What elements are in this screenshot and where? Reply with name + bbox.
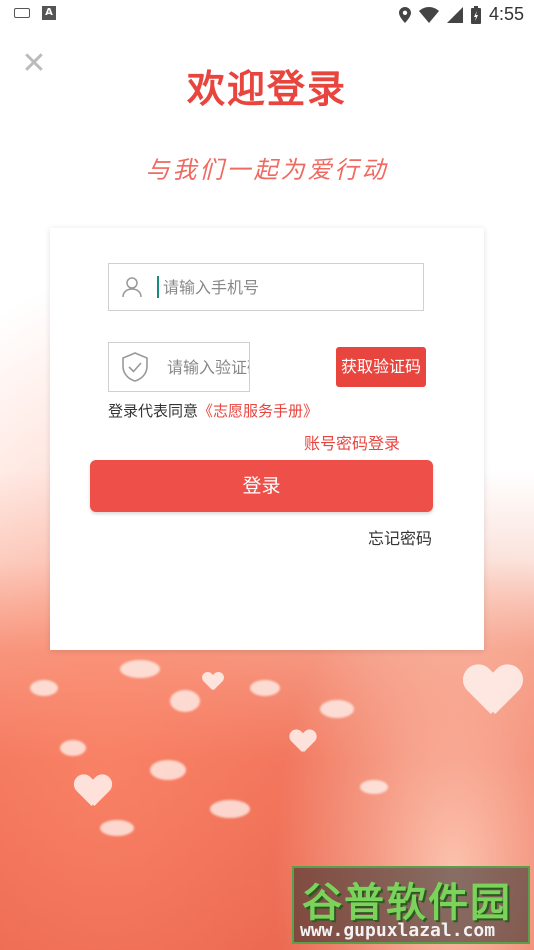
handbook-link[interactable]: 《志愿服务手册》 xyxy=(198,402,318,420)
heart-decoration xyxy=(75,775,111,809)
status-bar: A 4:55 xyxy=(0,0,534,28)
page-title: 欢迎登录 xyxy=(186,67,347,111)
heart-decoration xyxy=(290,730,316,754)
code-field[interactable] xyxy=(108,342,250,392)
heart-decoration xyxy=(203,672,224,691)
agreement-text: 登录代表同意《志愿服务手册》 xyxy=(108,400,318,421)
phone-field[interactable] xyxy=(108,263,424,311)
dandelion-fluff xyxy=(170,690,200,712)
dandelion-fluff xyxy=(100,820,134,836)
location-icon xyxy=(398,6,411,23)
dandelion-fluff xyxy=(210,800,250,818)
dandelion-fluff xyxy=(120,660,160,678)
account-password-login-link[interactable]: 账号密码登录 xyxy=(304,430,400,454)
forgot-password-link[interactable]: 忘记密码 xyxy=(368,525,432,549)
user-icon xyxy=(122,277,142,298)
agreement-prefix: 登录代表同意 xyxy=(108,402,199,420)
watermark-url: www.gupuxlazal.com xyxy=(300,920,496,941)
heart-decoration xyxy=(464,666,521,719)
app-notification-icon: A xyxy=(42,6,56,20)
login-button[interactable]: 登录 xyxy=(90,460,433,512)
text-cursor xyxy=(157,276,159,298)
watermark-logo: 谷普软件园 www.gupuxlazal.com xyxy=(292,866,530,944)
phone-input[interactable] xyxy=(161,276,405,298)
dandelion-fluff xyxy=(60,740,86,756)
login-card: 获取验证码 登录代表同意《志愿服务手册》 账号密码登录 登录 忘记密码 xyxy=(50,228,484,650)
clock: 4:55 xyxy=(488,4,524,24)
signal-icon xyxy=(446,6,463,23)
shield-icon xyxy=(122,352,148,382)
code-input[interactable] xyxy=(165,356,249,378)
dandelion-fluff xyxy=(250,680,280,696)
dandelion-fluff xyxy=(150,760,186,780)
get-code-button[interactable]: 获取验证码 xyxy=(336,347,426,387)
slogan: 与我们一起为爱行动 xyxy=(145,156,389,184)
wifi-icon xyxy=(418,6,439,23)
dandelion-fluff xyxy=(30,680,58,696)
status-left: A xyxy=(14,6,56,20)
status-right: 4:55 xyxy=(398,4,524,25)
battery-icon xyxy=(470,5,481,24)
dandelion-fluff xyxy=(320,700,354,718)
keyboard-icon xyxy=(14,8,30,18)
dandelion-fluff xyxy=(360,780,388,794)
